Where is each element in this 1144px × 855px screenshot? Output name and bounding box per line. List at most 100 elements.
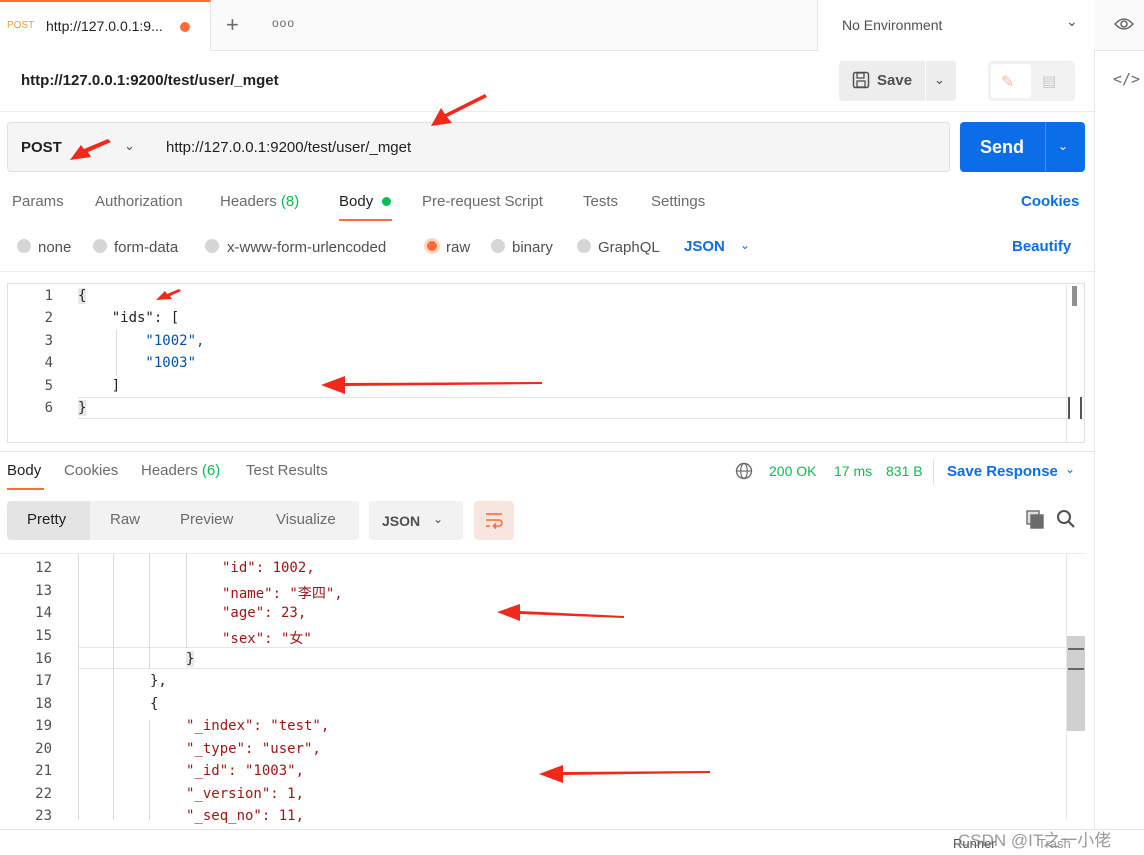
line-number: 18 [35, 696, 52, 712]
request-name[interactable]: http://127.0.0.1:9200/test/user/_mget [21, 72, 279, 89]
code-line[interactable]: "1002", [78, 333, 204, 349]
line-number: 14 [35, 605, 52, 621]
environment-label[interactable]: No Environment [842, 17, 942, 33]
headers-count-badge: (8) [280, 193, 300, 210]
body-format-select[interactable]: JSON [684, 238, 725, 255]
comment-icon[interactable]: ▤ [1042, 72, 1056, 90]
code-line[interactable]: "1003" [78, 355, 196, 371]
response-divider [0, 451, 1094, 452]
pencil-icon[interactable]: ✎ [1001, 72, 1014, 92]
save-label[interactable]: Save [877, 72, 912, 89]
globe-icon[interactable] [735, 462, 753, 483]
response-size: 831 B [886, 463, 923, 479]
radio-graphql[interactable] [577, 239, 591, 253]
tab-body[interactable]: Body [339, 193, 373, 210]
view-preview-button[interactable]: Preview [180, 511, 233, 528]
code-line: { [150, 696, 159, 712]
tab-tests[interactable]: Tests [583, 193, 618, 210]
radio-none[interactable] [17, 239, 31, 253]
chevron-down-icon[interactable]: ⌄ [1065, 462, 1075, 476]
send-label[interactable]: Send [980, 137, 1024, 158]
code-icon[interactable]: </> [1113, 70, 1140, 88]
radio-urlencoded[interactable] [205, 239, 219, 253]
header-divider [0, 111, 1094, 112]
chevron-down-icon[interactable]: ⌄ [124, 138, 135, 154]
eye-icon[interactable] [1113, 16, 1135, 35]
copy-icon[interactable] [1026, 510, 1046, 533]
tab-settings[interactable]: Settings [651, 193, 705, 210]
save-icon[interactable] [852, 71, 870, 92]
line-number: 19 [35, 718, 52, 734]
response-format-label[interactable]: JSON [382, 513, 420, 529]
indent-guide [186, 554, 187, 648]
search-icon[interactable] [1056, 509, 1076, 532]
tab-headers-label: Headers [220, 193, 277, 210]
radio-binary-label[interactable]: binary [512, 239, 553, 256]
code-line[interactable]: ] [78, 378, 120, 394]
code-line: "_index": "test", [186, 718, 330, 734]
code-line: "name": "李四", [222, 586, 343, 602]
response-tab-test-results[interactable]: Test Results [246, 462, 328, 479]
beautify-link[interactable]: Beautify [1012, 238, 1071, 255]
save-response-button[interactable]: Save Response [947, 463, 1058, 480]
right-side-panel [1094, 51, 1144, 855]
tab-method-badge: POST [7, 20, 35, 31]
code-line: "age": 23, [222, 605, 307, 621]
tab-prerequest-script[interactable]: Pre-request Script [422, 193, 543, 210]
plus-icon[interactable]: + [226, 12, 239, 38]
radio-binary[interactable] [491, 239, 505, 253]
code-line: "_version": 1, [186, 786, 305, 802]
radio-none-label[interactable]: none [38, 239, 71, 256]
headers-count-badge: (6) [201, 462, 221, 479]
response-tab-headers[interactable]: Headers (6) [141, 462, 220, 479]
wrap-icon[interactable] [483, 509, 505, 534]
code-line: "_id": "1003", [186, 763, 305, 779]
radio-form-data-label[interactable]: form-data [114, 239, 178, 256]
status-code: 200 OK [769, 463, 817, 479]
line-number: 17 [35, 673, 52, 689]
active-line-highlight [78, 397, 1068, 419]
indent-guide [149, 554, 150, 668]
chevron-down-icon[interactable]: ⌄ [1066, 13, 1078, 30]
line-number: 4 [44, 355, 53, 371]
tab-headers[interactable]: Headers (8) [220, 193, 299, 210]
radio-graphql-label[interactable]: GraphQL [598, 239, 660, 256]
active-tab-indicator [339, 219, 392, 221]
tab-title[interactable]: http://127.0.0.1:9... [46, 18, 163, 34]
view-raw-button[interactable]: Raw [110, 511, 140, 528]
chevron-down-icon[interactable]: ⌄ [934, 72, 945, 88]
response-tab-cookies[interactable]: Cookies [64, 462, 118, 479]
line-number: 2 [44, 310, 53, 326]
response-tab-headers-label: Headers [141, 462, 198, 479]
more-icon[interactable]: ooo [272, 16, 295, 30]
method-label[interactable]: POST [21, 139, 62, 156]
line-number: 6 [44, 400, 53, 416]
line-number: 16 [35, 651, 52, 667]
view-visualize-button[interactable]: Visualize [276, 511, 336, 528]
cursor-marker [1068, 397, 1082, 419]
response-tab-body[interactable]: Body [7, 462, 41, 479]
code-line[interactable]: "ids": [ [78, 310, 179, 326]
response-time: 17 ms [834, 463, 873, 479]
radio-form-data[interactable] [93, 239, 107, 253]
line-number: 5 [44, 378, 53, 394]
chevron-down-icon[interactable]: ⌄ [740, 238, 750, 252]
cookies-link[interactable]: Cookies [1021, 193, 1079, 210]
chevron-down-icon[interactable]: ⌄ [433, 512, 443, 526]
line-number: 21 [35, 763, 52, 779]
radio-raw[interactable] [424, 238, 440, 254]
radio-urlencoded-label[interactable]: x-www-form-urlencoded [227, 239, 386, 256]
url-text[interactable]: http://127.0.0.1:9200/test/user/_mget [166, 139, 411, 156]
code-line: "_seq_no": 11, [186, 808, 305, 824]
code-line[interactable]: } [78, 400, 87, 416]
code-line[interactable]: { [78, 288, 87, 304]
indent-guide [149, 720, 150, 820]
scrollbar-thumb[interactable] [1072, 286, 1077, 306]
active-tab-indicator [7, 488, 44, 490]
tab-authorization[interactable]: Authorization [95, 193, 183, 210]
chevron-down-icon[interactable]: ⌄ [1058, 139, 1068, 153]
tab-params[interactable]: Params [12, 193, 64, 210]
code-line: "sex": "女" [222, 631, 312, 647]
view-pretty-label[interactable]: Pretty [27, 511, 66, 528]
radio-raw-label[interactable]: raw [446, 239, 470, 256]
